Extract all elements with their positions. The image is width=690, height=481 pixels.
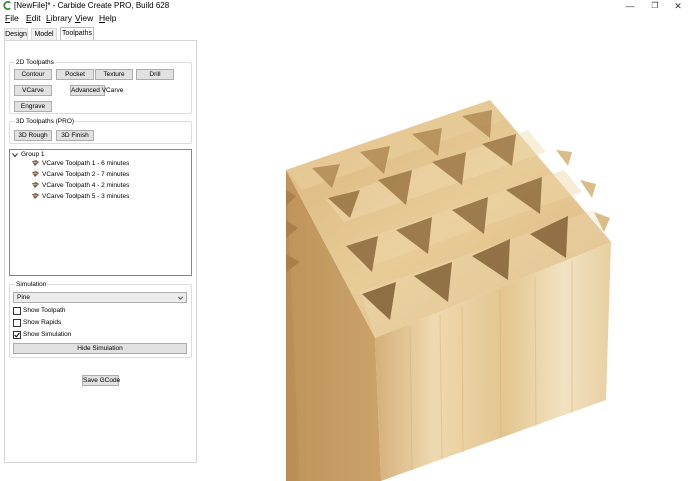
tree-toolpath-item[interactable]: VCarve Toolpath 1 - 6 minutes bbox=[32, 159, 187, 169]
toolpaths-2d-group: 2D Toolpaths Contour Pocket Texture Dril… bbox=[9, 58, 192, 114]
tree-group-label: Group 1 bbox=[21, 151, 45, 158]
menu-edit[interactable]: Edit bbox=[26, 12, 41, 24]
show-simulation-label: Show Simulation bbox=[23, 331, 72, 338]
toolpaths-panel: 2D Toolpaths Contour Pocket Texture Dril… bbox=[4, 40, 197, 463]
show-toolpath-label: Show Toolpath bbox=[23, 307, 66, 314]
show-toolpath-checkbox[interactable] bbox=[13, 307, 21, 315]
toolpath-icon bbox=[32, 182, 39, 188]
contour-button[interactable]: Contour bbox=[14, 69, 52, 80]
3d-rough-button[interactable]: 3D Rough bbox=[14, 130, 52, 141]
tab-design[interactable]: Design bbox=[4, 28, 28, 40]
advanced-vcarve-button[interactable]: Advanced VCarve bbox=[70, 85, 123, 96]
menu-file[interactable]: File bbox=[5, 12, 19, 24]
toolpaths-2d-title: 2D Toolpaths bbox=[15, 58, 55, 67]
show-simulation-checkbox[interactable] bbox=[13, 331, 21, 339]
toolpaths-3d-group: 3D Toolpaths (PRO) 3D Rough 3D Finish bbox=[9, 117, 192, 144]
tab-toolpaths[interactable]: Toolpaths bbox=[60, 27, 94, 40]
material-select[interactable]: Pine bbox=[13, 292, 187, 303]
maximize-button[interactable]: ❐ bbox=[645, 0, 665, 12]
toolpath-icon bbox=[32, 160, 39, 166]
3d-finish-button[interactable]: 3D Finish bbox=[56, 130, 94, 141]
tree-toolpath-item[interactable]: VCarve Toolpath 2 - 7 minutes bbox=[32, 170, 187, 180]
toolpath-item-label: VCarve Toolpath 5 - 3 minutes bbox=[42, 193, 130, 200]
save-gcode-button[interactable]: Save GCode bbox=[82, 375, 120, 386]
chevron-down-icon bbox=[178, 296, 183, 300]
simulation-title: Simulation bbox=[15, 280, 48, 289]
menu-help[interactable]: Help bbox=[99, 12, 116, 24]
texture-button[interactable]: Texture bbox=[95, 69, 133, 80]
toolpath-item-label: VCarve Toolpath 2 - 7 minutes bbox=[42, 171, 130, 178]
menu-view-label: iew bbox=[80, 13, 94, 23]
show-rapids-checkbox[interactable] bbox=[13, 319, 21, 327]
tree-toolpath-item[interactable]: VCarve Toolpath 4 - 2 minutes bbox=[32, 181, 187, 191]
3d-model-view[interactable] bbox=[200, 40, 690, 481]
menu-file-label: ile bbox=[10, 13, 19, 23]
toolpaths-3d-title: 3D Toolpaths (PRO) bbox=[15, 117, 76, 126]
window-title: [NewFile]* - Carbide Create PRO, Build 6… bbox=[14, 1, 170, 10]
tree-toolpath-item[interactable]: VCarve Toolpath 5 - 3 minutes bbox=[32, 192, 187, 202]
engrave-button[interactable]: Engrave bbox=[14, 101, 52, 112]
material-select-value: Pine bbox=[17, 294, 31, 301]
menu-library[interactable]: Library bbox=[46, 12, 72, 24]
hide-simulation-button[interactable]: Hide Simulation bbox=[13, 343, 187, 354]
menu-help-label: elp bbox=[105, 13, 117, 23]
menu-library-label: ibrary bbox=[50, 13, 72, 23]
menu-bar: File Edit Library View Help bbox=[0, 12, 690, 24]
3d-viewport[interactable] bbox=[200, 40, 690, 481]
toolpath-icon bbox=[32, 193, 39, 199]
pocket-button[interactable]: Pocket bbox=[56, 69, 94, 80]
menu-view[interactable]: View bbox=[75, 12, 93, 24]
close-button[interactable]: ✕ bbox=[668, 0, 688, 12]
toolpath-tree[interactable]: Group 1 VCarve Toolpath 1 - 6 minutes VC… bbox=[9, 149, 192, 276]
toolpath-item-label: VCarve Toolpath 1 - 6 minutes bbox=[42, 160, 130, 167]
drill-button[interactable]: Drill bbox=[136, 69, 174, 80]
tab-model[interactable]: Model bbox=[31, 28, 57, 40]
minimize-button[interactable]: — bbox=[620, 0, 640, 12]
carbide-create-logo-icon bbox=[3, 1, 11, 10]
toolpath-icon bbox=[32, 171, 39, 177]
checkmark-icon bbox=[14, 332, 20, 338]
toolpath-item-label: VCarve Toolpath 4 - 2 minutes bbox=[42, 182, 130, 189]
show-rapids-label: Show Rapids bbox=[23, 319, 62, 326]
vcarve-button[interactable]: VCarve bbox=[14, 85, 52, 96]
title-bar: [NewFile]* - Carbide Create PRO, Build 6… bbox=[0, 0, 690, 12]
expand-arrow-icon[interactable] bbox=[12, 152, 18, 158]
menu-edit-label: dit bbox=[31, 13, 41, 23]
